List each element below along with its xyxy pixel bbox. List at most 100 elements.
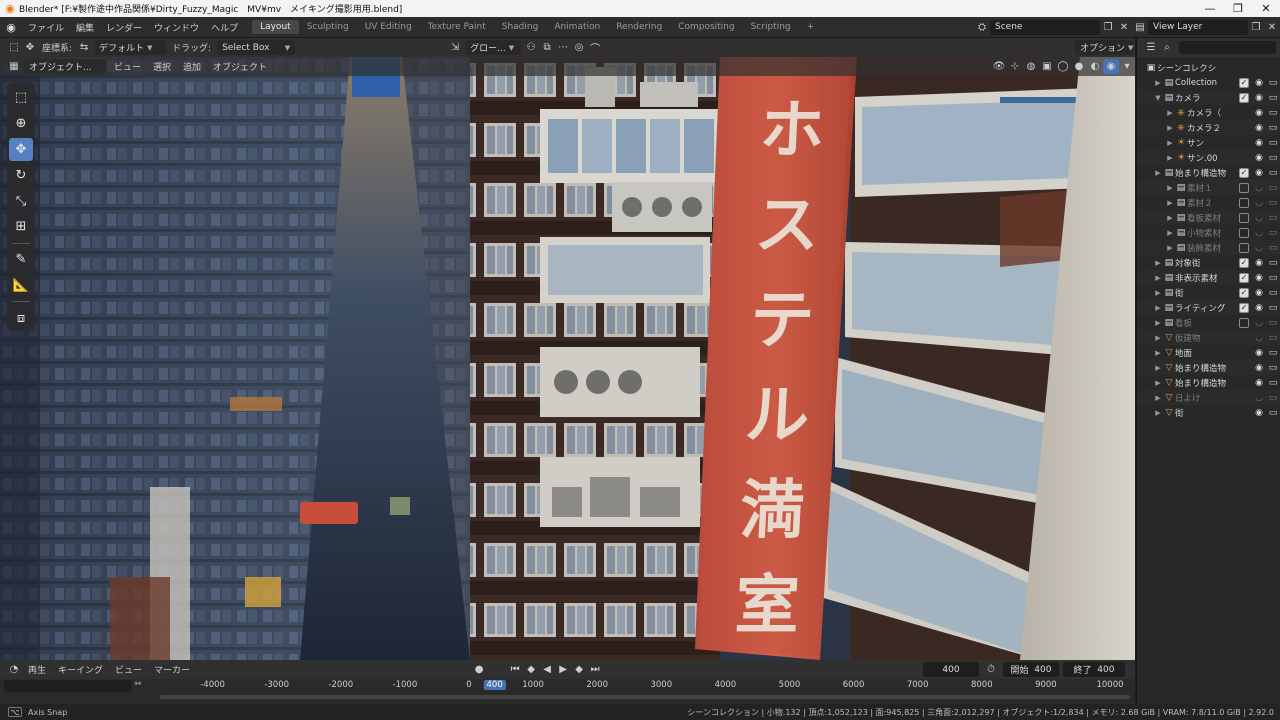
new-view-layer-icon[interactable]: ❐	[1248, 20, 1264, 35]
outliner-row[interactable]: ▶ ▤ 装飾素材 ◡ ▭	[1137, 240, 1280, 255]
menu-marker[interactable]: マーカー	[148, 663, 196, 676]
rendered-shading-icon[interactable]: ◉	[1103, 59, 1119, 74]
outliner-row[interactable]: ▶ ▤ 素材２ ◡ ▭	[1137, 195, 1280, 210]
menu-timeline-view[interactable]: ビュー	[109, 663, 148, 676]
menu-edit[interactable]: 編集	[70, 21, 100, 34]
outliner-row[interactable]: ▼ ▤ カメラ ✓ ◉ ▭	[1137, 90, 1280, 105]
outliner-row[interactable]: ▶ ▤ Collection ✓ ◉ ▭	[1137, 75, 1280, 90]
add-cube-tool-icon[interactable]: ⧈	[9, 306, 33, 330]
render-camera-icon[interactable]: ▭	[1266, 258, 1280, 268]
eye-icon[interactable]: ◉	[1252, 378, 1266, 388]
outliner-search-input[interactable]	[1179, 41, 1276, 54]
options-dropdown[interactable]: オプション ▼	[1075, 40, 1133, 55]
outliner-row[interactable]: ▶ ▤ ライティング ✓ ◉ ▭	[1137, 300, 1280, 315]
render-camera-icon[interactable]: ▭	[1266, 153, 1280, 163]
menu-render[interactable]: レンダー	[100, 21, 148, 34]
play-reverse-icon[interactable]: ◀	[539, 662, 555, 677]
move-gizmo-icon[interactable]: ✥	[22, 40, 38, 55]
move-tool-icon[interactable]: ✥	[9, 137, 33, 162]
eye-closed-icon[interactable]: ◡	[1252, 393, 1266, 403]
tab-rendering[interactable]: Rendering	[608, 20, 670, 34]
collapse-icon[interactable]: ▼	[1153, 94, 1163, 102]
outliner-row[interactable]: ▶ ▤ 小物素材 ◡ ▭	[1137, 225, 1280, 240]
outliner-row[interactable]: ▶ ▽ 地面 ◉ ▭	[1137, 345, 1280, 360]
play-icon[interactable]: ▶	[555, 662, 571, 677]
exclude-checkbox[interactable]: ✓	[1239, 272, 1249, 283]
solid-shading-icon[interactable]: ●	[1071, 59, 1087, 74]
expand-icon[interactable]: ▶	[1165, 214, 1175, 222]
view-layer-icon[interactable]: ▤	[1132, 20, 1148, 35]
render-camera-icon[interactable]: ▭	[1266, 393, 1280, 403]
jump-start-icon[interactable]: ⏮	[507, 662, 523, 677]
stopwatch-icon[interactable]: ⏱	[983, 662, 999, 677]
eye-closed-icon[interactable]: ◡	[1252, 228, 1266, 238]
eye-icon[interactable]: ◉	[1252, 138, 1266, 148]
menu-keying[interactable]: キーイング	[52, 663, 109, 676]
tab-layout[interactable]: Layout	[252, 20, 299, 34]
menu-window[interactable]: ウィンドウ	[148, 21, 205, 34]
blender-menu-icon[interactable]: ◉	[0, 21, 22, 34]
3d-viewport[interactable]: ホ ス テ ル 満 室	[0, 57, 1135, 660]
timeline-search-input[interactable]	[4, 680, 132, 692]
snap-icon[interactable]: ⧉	[539, 40, 555, 55]
render-camera-icon[interactable]: ▭	[1266, 93, 1280, 103]
menu-object[interactable]: オブジェクト	[207, 60, 273, 73]
proportional-edit-icon[interactable]: ◎	[571, 40, 587, 55]
overlay-icon[interactable]: ◍	[1023, 59, 1039, 74]
time-range-icon[interactable]: ⇿	[134, 679, 142, 689]
eye-icon[interactable]: ◉	[1252, 288, 1266, 298]
outliner-row[interactable]: ▶ ▽ 日よけ ◡ ▭	[1137, 390, 1280, 405]
menu-add[interactable]: 追加	[177, 60, 207, 73]
eye-icon[interactable]: ◉	[1252, 78, 1266, 88]
gizmo-icon[interactable]: ⊹	[1007, 59, 1023, 74]
exclude-checkbox[interactable]	[1239, 242, 1249, 253]
editor-type-icon[interactable]: ▦	[6, 59, 22, 74]
expand-icon[interactable]: ▶	[1153, 259, 1163, 267]
expand-icon[interactable]: ▶	[1165, 139, 1175, 147]
scene-selector[interactable]: Scene	[990, 19, 1100, 35]
eye-icon[interactable]: ◉	[1252, 348, 1266, 358]
tab-scripting[interactable]: Scripting	[743, 20, 799, 34]
eye-closed-icon[interactable]: ◡	[1252, 198, 1266, 208]
eye-closed-icon[interactable]: ◡	[1252, 333, 1266, 343]
tab-uv-editing[interactable]: UV Editing	[357, 20, 420, 34]
exclude-checkbox[interactable]: ✓	[1239, 167, 1249, 178]
scene-icon[interactable]: ⛭	[974, 20, 990, 35]
timeline-scrollbar[interactable]	[0, 693, 1135, 700]
orientation-dropdown[interactable]: デフォルト ▼	[94, 40, 167, 55]
maximize-button[interactable]: ❐	[1224, 2, 1252, 15]
eye-icon[interactable]: ◉	[1252, 408, 1266, 418]
render-camera-icon[interactable]: ▭	[1266, 183, 1280, 193]
outliner-row[interactable]: ▶ ⎈ カメラ（ ◉ ▭	[1137, 105, 1280, 120]
visibility-icon[interactable]: 👁	[991, 59, 1007, 74]
annotate-tool-icon[interactable]: ✎	[9, 248, 33, 272]
wireframe-shading-icon[interactable]: ◯	[1055, 59, 1071, 74]
eye-icon[interactable]: ◉	[1252, 273, 1266, 283]
eye-icon[interactable]: ◉	[1252, 363, 1266, 373]
menu-file[interactable]: ファイル	[22, 21, 70, 34]
expand-icon[interactable]: ▶	[1153, 379, 1163, 387]
exclude-checkbox[interactable]	[1239, 197, 1249, 208]
render-camera-icon[interactable]: ▭	[1266, 78, 1280, 88]
exclude-checkbox[interactable]: ✓	[1239, 92, 1249, 103]
render-camera-icon[interactable]: ▭	[1266, 408, 1280, 418]
expand-icon[interactable]: ▶	[1153, 169, 1163, 177]
render-camera-icon[interactable]: ▭	[1266, 303, 1280, 313]
eye-icon[interactable]: ◉	[1252, 168, 1266, 178]
close-button[interactable]: ✕	[1252, 2, 1280, 15]
current-frame-field[interactable]: 400	[923, 662, 979, 677]
new-scene-icon[interactable]: ❐	[1100, 20, 1116, 35]
rotate-tool-icon[interactable]: ↻	[9, 163, 33, 187]
render-camera-icon[interactable]: ▭	[1266, 348, 1280, 358]
display-mode-icon[interactable]: ☰	[1143, 40, 1159, 55]
playhead-frame[interactable]: 400	[483, 680, 506, 690]
menu-playback[interactable]: 再生	[22, 663, 52, 676]
render-camera-icon[interactable]: ▭	[1266, 108, 1280, 118]
expand-icon[interactable]: ▶	[1165, 109, 1175, 117]
tab-shading[interactable]: Shading	[494, 20, 547, 34]
mode-dropdown[interactable]: オブジェクト...	[24, 59, 106, 74]
render-camera-icon[interactable]: ▭	[1266, 228, 1280, 238]
render-camera-icon[interactable]: ▭	[1266, 243, 1280, 253]
eye-icon[interactable]: ◉	[1252, 153, 1266, 163]
expand-icon[interactable]: ▶	[1153, 304, 1163, 312]
